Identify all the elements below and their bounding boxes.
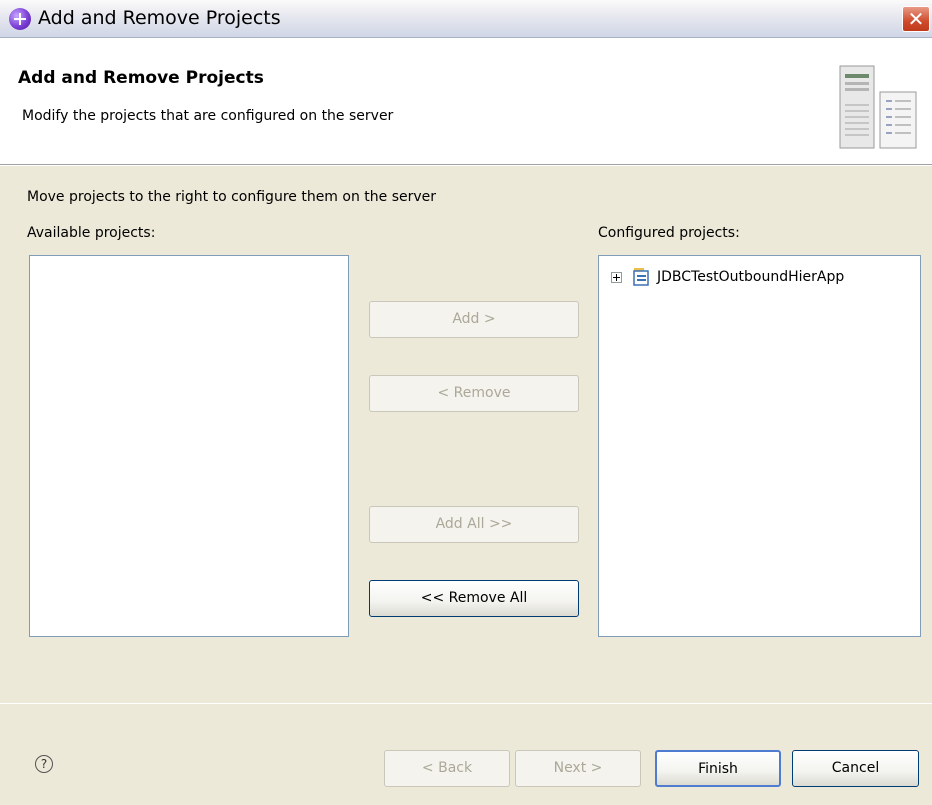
window-title: Add and Remove Projects — [38, 7, 281, 29]
server-icon — [839, 65, 917, 149]
available-projects-list[interactable] — [29, 255, 349, 637]
tree-item-project[interactable]: JDBCTestOutboundHierApp — [611, 266, 844, 288]
help-icon[interactable]: ? — [35, 755, 53, 773]
banner-divider — [0, 165, 932, 166]
footer-divider — [0, 703, 932, 704]
page-title: Add and Remove Projects — [18, 68, 264, 88]
page-description: Modify the projects that are configured … — [22, 108, 394, 124]
close-button[interactable]: ✕ — [902, 6, 930, 32]
title-bar: Add and Remove Projects ✕ — [0, 0, 932, 38]
app-icon — [9, 8, 31, 30]
finish-button[interactable]: Finish — [655, 750, 781, 787]
cancel-button[interactable]: Cancel — [792, 750, 919, 787]
available-projects-label: Available projects: — [27, 225, 156, 241]
project-icon — [633, 268, 649, 286]
add-all-button[interactable]: Add All >> — [369, 506, 579, 543]
remove-all-button[interactable]: << Remove All — [369, 580, 579, 617]
remove-button[interactable]: < Remove — [369, 375, 579, 412]
instruction-text: Move projects to the right to configure … — [27, 189, 437, 205]
add-button[interactable]: Add > — [369, 301, 579, 338]
header-banner: Add and Remove Projects Modify the proje… — [0, 38, 932, 165]
project-label: JDBCTestOutboundHierApp — [657, 269, 845, 285]
next-button[interactable]: Next > — [515, 750, 641, 787]
configured-projects-list[interactable]: JDBCTestOutboundHierApp — [598, 255, 921, 637]
configured-projects-label: Configured projects: — [598, 225, 740, 241]
expand-icon[interactable] — [611, 271, 622, 283]
back-button[interactable]: < Back — [384, 750, 510, 787]
